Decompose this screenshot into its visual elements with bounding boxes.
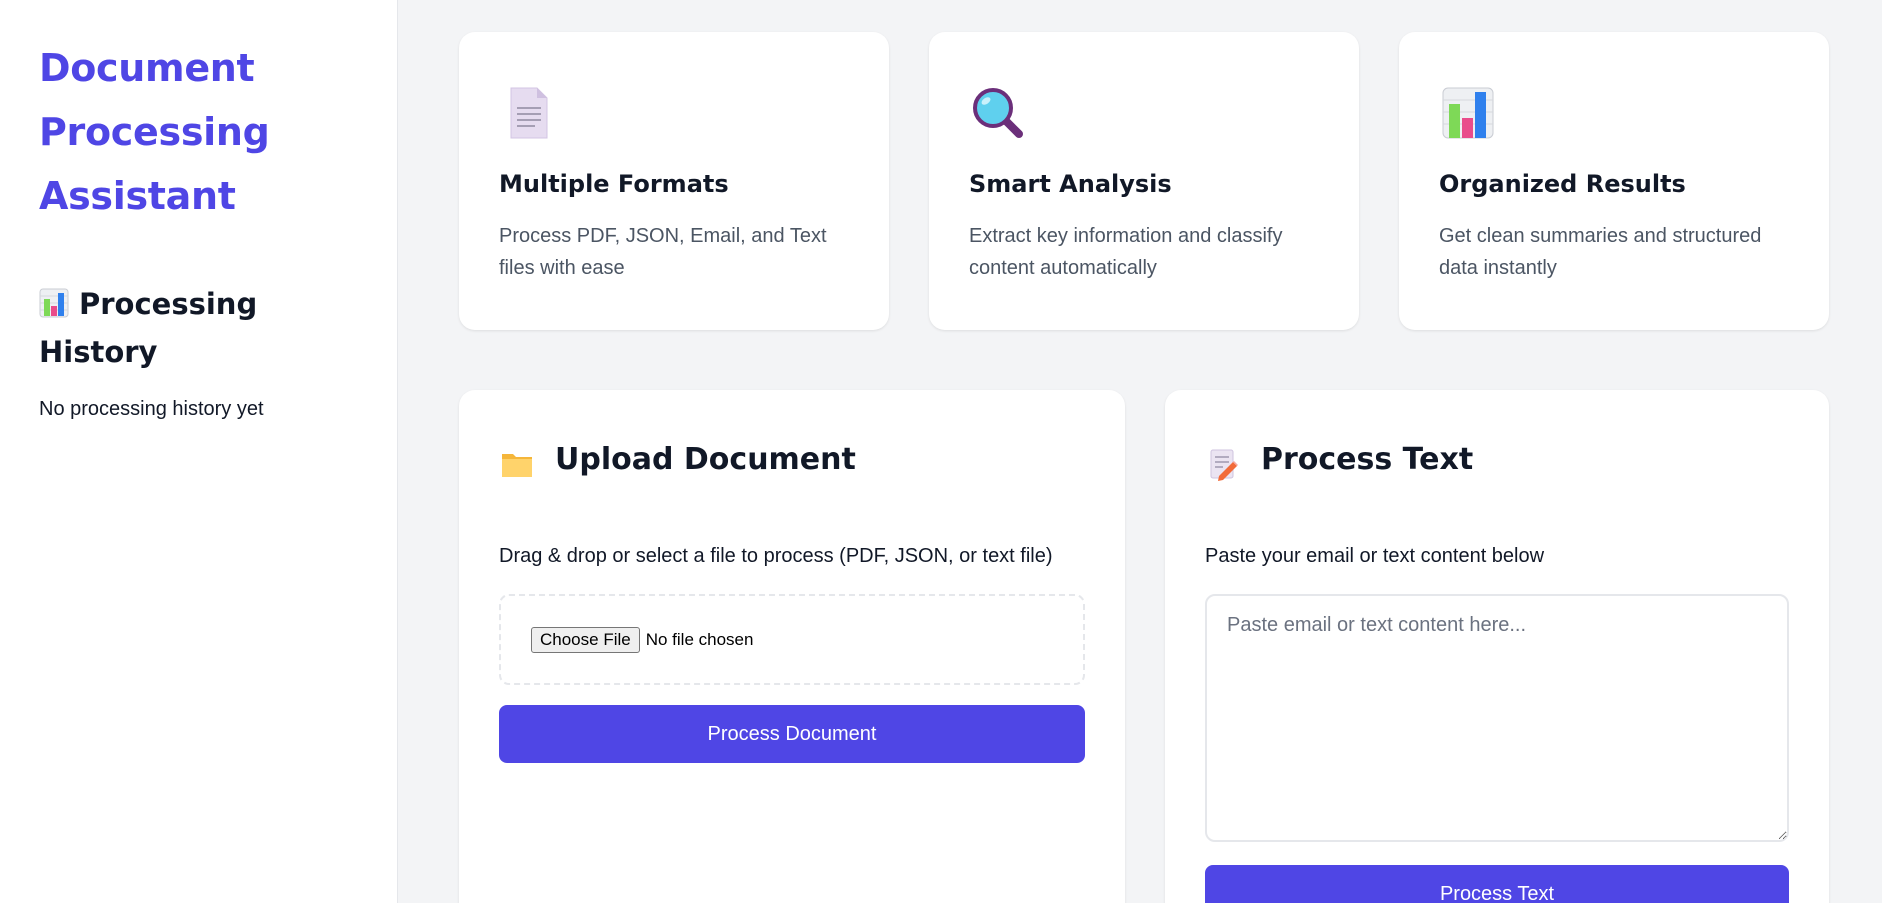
- bar-chart-icon: [1442, 87, 1494, 139]
- document-icon: [510, 87, 548, 139]
- upload-panel-title: Upload Document: [555, 441, 856, 477]
- process-document-button[interactable]: Process Document: [499, 705, 1085, 763]
- upload-panel-header: Upload Document: [499, 436, 1085, 482]
- app-title-line: Document: [39, 46, 255, 90]
- magnifier-icon: [973, 88, 1023, 138]
- bar-chart-icon: [39, 288, 69, 318]
- upload-description: Drag & drop or select a file to process …: [499, 545, 1053, 567]
- app-title: Document Processing Assistant: [39, 36, 358, 228]
- feature-card: Organized Results Get clean summaries an…: [1399, 32, 1829, 330]
- text-panel-header: Process Text: [1205, 436, 1789, 482]
- upload-panel: Upload Document Drag & drop or select a …: [459, 390, 1125, 903]
- feature-card: Smart Analysis Extract key information a…: [929, 32, 1359, 330]
- app-title-line: Processing: [39, 110, 270, 154]
- history-heading-text: Processing: [79, 287, 258, 321]
- feature-title: Smart Analysis: [969, 170, 1172, 198]
- feature-title: Organized Results: [1439, 170, 1686, 198]
- feature-description: Get clean summaries and structured data …: [1439, 225, 1762, 279]
- file-status: No file chosen: [645, 629, 754, 649]
- process-text-button[interactable]: Process Text: [1205, 865, 1789, 903]
- app-title-line: Assistant: [39, 174, 236, 218]
- sidebar: Document Processing Assistant Processing…: [0, 0, 398, 903]
- history-empty-message: No processing history yet: [39, 398, 264, 420]
- feature-description: Extract key information and classify con…: [969, 225, 1283, 279]
- feature-description: Process PDF, JSON, Email, and Text files…: [499, 225, 827, 279]
- text-content-input[interactable]: [1205, 594, 1789, 842]
- feature-title: Multiple Formats: [499, 170, 729, 198]
- memo-icon: [1210, 449, 1238, 481]
- feature-card: Multiple Formats Process PDF, JSON, Emai…: [459, 32, 889, 330]
- text-description: Paste your email or text content below: [1205, 545, 1545, 567]
- history-heading: Processing History: [39, 280, 358, 376]
- file-dropzone[interactable]: Choose File No file chosen: [499, 594, 1085, 685]
- folder-icon: [502, 454, 532, 477]
- text-panel-title: Process Text: [1261, 441, 1474, 477]
- history-heading-text: History: [39, 335, 158, 369]
- choose-file-button[interactable]: Choose File: [531, 626, 640, 653]
- text-panel: Process Text Paste your email or text co…: [1165, 390, 1829, 903]
